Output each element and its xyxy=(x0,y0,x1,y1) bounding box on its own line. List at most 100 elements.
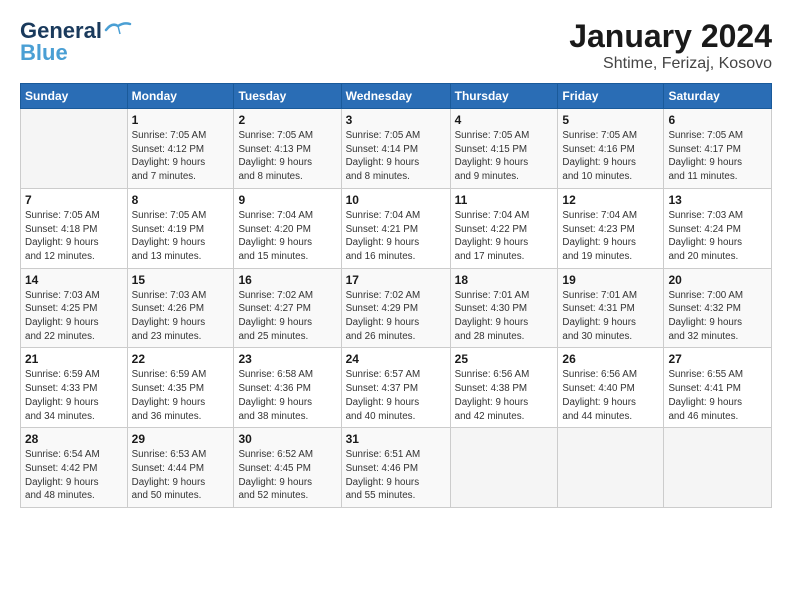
calendar-cell xyxy=(664,428,772,508)
day-number: 26 xyxy=(562,352,659,366)
day-info: Sunrise: 6:59 AMSunset: 4:35 PMDaylight:… xyxy=(132,368,230,423)
day-number: 20 xyxy=(668,273,767,287)
day-number: 31 xyxy=(346,432,446,446)
day-number: 10 xyxy=(346,193,446,207)
calendar-cell: 16 Sunrise: 7:02 AMSunset: 4:27 PMDayligh… xyxy=(234,268,341,348)
calendar-cell: 13 Sunrise: 7:03 AMSunset: 4:24 PMDayligh… xyxy=(664,188,772,268)
day-info: Sunrise: 6:58 AMSunset: 4:36 PMDaylight:… xyxy=(238,368,336,423)
page: General Blue January 2024 Shtime, Feriza… xyxy=(0,0,792,612)
calendar-cell: 10 Sunrise: 7:04 AMSunset: 4:21 PMDayligh… xyxy=(341,188,450,268)
day-number: 25 xyxy=(455,352,554,366)
day-info: Sunrise: 7:05 AMSunset: 4:13 PMDaylight:… xyxy=(238,129,336,184)
calendar-week-row: 14 Sunrise: 7:03 AMSunset: 4:25 PMDayligh… xyxy=(21,268,772,348)
day-info: Sunrise: 6:57 AMSunset: 4:37 PMDaylight:… xyxy=(346,368,446,423)
day-number: 7 xyxy=(25,193,123,207)
calendar-cell: 19 Sunrise: 7:01 AMSunset: 4:31 PMDayligh… xyxy=(558,268,664,348)
day-info: Sunrise: 7:03 AMSunset: 4:25 PMDaylight:… xyxy=(25,289,123,344)
calendar-cell: 24Sunrise: 6:57 AMSunset: 4:37 PMDayligh… xyxy=(341,348,450,428)
calendar-header-row: Sunday Monday Tuesday Wednesday Thursday… xyxy=(21,84,772,109)
calendar-cell: 26Sunrise: 6:56 AMSunset: 4:40 PMDayligh… xyxy=(558,348,664,428)
calendar-cell: 6 Sunrise: 7:05 AMSunset: 4:17 PMDaylight… xyxy=(664,109,772,189)
calendar-table: Sunday Monday Tuesday Wednesday Thursday… xyxy=(20,83,772,508)
col-sunday: Sunday xyxy=(21,84,128,109)
day-info: Sunrise: 7:03 AMSunset: 4:24 PMDaylight:… xyxy=(668,209,767,264)
logo: General Blue xyxy=(20,18,132,66)
logo-bird-icon xyxy=(104,20,132,38)
calendar-week-row: 21Sunrise: 6:59 AMSunset: 4:33 PMDayligh… xyxy=(21,348,772,428)
day-number: 28 xyxy=(25,432,123,446)
calendar-title: January 2024 xyxy=(569,18,772,55)
day-info: Sunrise: 6:53 AMSunset: 4:44 PMDaylight:… xyxy=(132,448,230,503)
day-info: Sunrise: 7:05 AMSunset: 4:12 PMDaylight:… xyxy=(132,129,230,184)
day-number: 13 xyxy=(668,193,767,207)
calendar-cell: 11 Sunrise: 7:04 AMSunset: 4:22 PMDayligh… xyxy=(450,188,558,268)
calendar-cell: 28Sunrise: 6:54 AMSunset: 4:42 PMDayligh… xyxy=(21,428,128,508)
calendar-cell: 17 Sunrise: 7:02 AMSunset: 4:29 PMDayligh… xyxy=(341,268,450,348)
calendar-cell: 3Sunrise: 7:05 AMSunset: 4:14 PMDaylight… xyxy=(341,109,450,189)
day-info: Sunrise: 7:04 AMSunset: 4:22 PMDaylight:… xyxy=(455,209,554,264)
day-info: Sunrise: 7:05 AMSunset: 4:15 PMDaylight:… xyxy=(455,129,554,184)
day-info: Sunrise: 7:01 AMSunset: 4:31 PMDaylight:… xyxy=(562,289,659,344)
calendar-cell: 1 Sunrise: 7:05 AMSunset: 4:12 PMDaylight… xyxy=(127,109,234,189)
day-info: Sunrise: 6:52 AMSunset: 4:45 PMDaylight:… xyxy=(238,448,336,503)
calendar-cell: 4 Sunrise: 7:05 AMSunset: 4:15 PMDaylight… xyxy=(450,109,558,189)
header: General Blue January 2024 Shtime, Feriza… xyxy=(20,18,772,73)
day-number: 29 xyxy=(132,432,230,446)
col-saturday: Saturday xyxy=(664,84,772,109)
day-number: 1 xyxy=(132,113,230,127)
day-number: 21 xyxy=(25,352,123,366)
day-number: 22 xyxy=(132,352,230,366)
col-wednesday: Wednesday xyxy=(341,84,450,109)
calendar-week-row: 28Sunrise: 6:54 AMSunset: 4:42 PMDayligh… xyxy=(21,428,772,508)
day-number: 19 xyxy=(562,273,659,287)
calendar-cell: 7 Sunrise: 7:05 AMSunset: 4:18 PMDaylight… xyxy=(21,188,128,268)
calendar-week-row: 7 Sunrise: 7:05 AMSunset: 4:18 PMDaylight… xyxy=(21,188,772,268)
title-block: January 2024 Shtime, Ferizaj, Kosovo xyxy=(569,18,772,73)
day-number: 23 xyxy=(238,352,336,366)
day-info: Sunrise: 7:05 AMSunset: 4:14 PMDaylight:… xyxy=(346,129,446,184)
day-number: 16 xyxy=(238,273,336,287)
calendar-cell: 25Sunrise: 6:56 AMSunset: 4:38 PMDayligh… xyxy=(450,348,558,428)
day-number: 15 xyxy=(132,273,230,287)
calendar-cell: 15 Sunrise: 7:03 AMSunset: 4:26 PMDayligh… xyxy=(127,268,234,348)
day-number: 30 xyxy=(238,432,336,446)
col-tuesday: Tuesday xyxy=(234,84,341,109)
logo-blue: Blue xyxy=(20,40,68,66)
day-number: 14 xyxy=(25,273,123,287)
calendar-cell: 9Sunrise: 7:04 AMSunset: 4:20 PMDaylight… xyxy=(234,188,341,268)
calendar-cell: 20 Sunrise: 7:00 AMSunset: 4:32 PMDayligh… xyxy=(664,268,772,348)
day-info: Sunrise: 7:05 AMSunset: 4:16 PMDaylight:… xyxy=(562,129,659,184)
calendar-cell xyxy=(21,109,128,189)
day-info: Sunrise: 7:04 AMSunset: 4:23 PMDaylight:… xyxy=(562,209,659,264)
day-info: Sunrise: 7:00 AMSunset: 4:32 PMDaylight:… xyxy=(668,289,767,344)
day-info: Sunrise: 7:05 AMSunset: 4:18 PMDaylight:… xyxy=(25,209,123,264)
day-info: Sunrise: 7:05 AMSunset: 4:17 PMDaylight:… xyxy=(668,129,767,184)
day-number: 11 xyxy=(455,193,554,207)
day-info: Sunrise: 7:02 AMSunset: 4:27 PMDaylight:… xyxy=(238,289,336,344)
calendar-week-row: 1 Sunrise: 7:05 AMSunset: 4:12 PMDaylight… xyxy=(21,109,772,189)
calendar-cell: 27 Sunrise: 6:55 AMSunset: 4:41 PMDayligh… xyxy=(664,348,772,428)
day-number: 27 xyxy=(668,352,767,366)
day-number: 4 xyxy=(455,113,554,127)
day-number: 2 xyxy=(238,113,336,127)
day-number: 18 xyxy=(455,273,554,287)
calendar-cell: 14 Sunrise: 7:03 AMSunset: 4:25 PMDayligh… xyxy=(21,268,128,348)
day-number: 17 xyxy=(346,273,446,287)
day-info: Sunrise: 7:04 AMSunset: 4:21 PMDaylight:… xyxy=(346,209,446,264)
day-number: 5 xyxy=(562,113,659,127)
calendar-cell: 29 Sunrise: 6:53 AMSunset: 4:44 PMDayligh… xyxy=(127,428,234,508)
day-number: 8 xyxy=(132,193,230,207)
day-info: Sunrise: 7:02 AMSunset: 4:29 PMDaylight:… xyxy=(346,289,446,344)
calendar-cell: 18Sunrise: 7:01 AMSunset: 4:30 PMDayligh… xyxy=(450,268,558,348)
day-info: Sunrise: 6:55 AMSunset: 4:41 PMDaylight:… xyxy=(668,368,767,423)
calendar-cell xyxy=(558,428,664,508)
calendar-subtitle: Shtime, Ferizaj, Kosovo xyxy=(569,55,772,73)
calendar-cell: 8 Sunrise: 7:05 AMSunset: 4:19 PMDaylight… xyxy=(127,188,234,268)
day-info: Sunrise: 7:05 AMSunset: 4:19 PMDaylight:… xyxy=(132,209,230,264)
calendar-cell: 12Sunrise: 7:04 AMSunset: 4:23 PMDayligh… xyxy=(558,188,664,268)
day-info: Sunrise: 7:04 AMSunset: 4:20 PMDaylight:… xyxy=(238,209,336,264)
calendar-cell: 23 Sunrise: 6:58 AMSunset: 4:36 PMDayligh… xyxy=(234,348,341,428)
day-number: 6 xyxy=(668,113,767,127)
day-info: Sunrise: 7:03 AMSunset: 4:26 PMDaylight:… xyxy=(132,289,230,344)
calendar-cell: 5 Sunrise: 7:05 AMSunset: 4:16 PMDaylight… xyxy=(558,109,664,189)
